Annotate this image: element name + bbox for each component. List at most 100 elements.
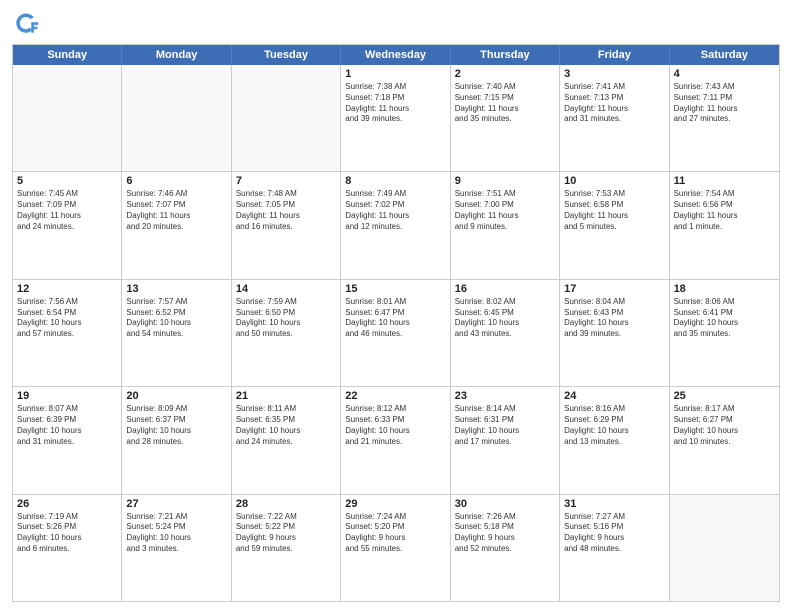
day-cell: 5Sunrise: 7:45 AM Sunset: 7:09 PM Daylig… [13, 172, 122, 278]
day-number: 21 [236, 390, 336, 402]
day-number: 30 [455, 498, 555, 510]
day-info: Sunrise: 8:16 AM Sunset: 6:29 PM Dayligh… [564, 404, 664, 447]
day-info: Sunrise: 7:22 AM Sunset: 5:22 PM Dayligh… [236, 512, 336, 555]
day-info: Sunrise: 8:14 AM Sunset: 6:31 PM Dayligh… [455, 404, 555, 447]
day-cell: 2 Sunrise: 7:40 AM Sunset: 7:15 PM Daylig… [451, 65, 560, 171]
day-number: 16 [455, 283, 555, 295]
day-info: Sunrise: 8:11 AM Sunset: 6:35 PM Dayligh… [236, 404, 336, 447]
day-number: 3 [564, 68, 664, 80]
day-number: 9 [455, 175, 555, 187]
day-number: 11 [674, 175, 775, 187]
day-cell: 20 Sunrise: 8:09 AM Sunset: 6:37 PM Dayli… [122, 387, 231, 493]
day-number: 20 [126, 390, 226, 402]
day-cell: 4Sunrise: 7:43 AM Sunset: 7:11 PM Daylig… [670, 65, 779, 171]
day-info: Sunrise: 7:57 AM Sunset: 6:52 PM Dayligh… [126, 297, 226, 340]
day-info: Sunrise: 8:01 AM Sunset: 6:47 PM Dayligh… [345, 297, 445, 340]
day-number: 14 [236, 283, 336, 295]
day-cell: 24 Sunrise: 8:16 AM Sunset: 6:29 PM Dayli… [560, 387, 669, 493]
calendar-body: 1Sunrise: 7:38 AM Sunset: 7:18 PM Daylig… [13, 65, 779, 601]
day-number: 28 [236, 498, 336, 510]
day-info: Sunrise: 8:12 AM Sunset: 6:33 PM Dayligh… [345, 404, 445, 447]
day-info: Sunrise: 8:04 AM Sunset: 6:43 PM Dayligh… [564, 297, 664, 340]
day-cell: 3 Sunrise: 7:41 AM Sunset: 7:13 PM Daylig… [560, 65, 669, 171]
day-info: Sunrise: 8:02 AM Sunset: 6:45 PM Dayligh… [455, 297, 555, 340]
day-cell: 14 Sunrise: 7:59 AM Sunset: 6:50 PM Dayli… [232, 280, 341, 386]
day-header-monday: Monday [122, 45, 231, 65]
day-cell: 17 Sunrise: 8:04 AM Sunset: 6:43 PM Dayli… [560, 280, 669, 386]
day-info: Sunrise: 7:19 AM Sunset: 5:26 PM Dayligh… [17, 512, 117, 555]
week-row-5: 26 Sunrise: 7:19 AM Sunset: 5:26 PM Dayli… [13, 495, 779, 601]
day-number: 25 [674, 390, 775, 402]
day-cell [122, 65, 231, 171]
day-number: 8 [345, 175, 445, 187]
day-cell: 22 Sunrise: 8:12 AM Sunset: 6:33 PM Dayli… [341, 387, 450, 493]
day-cell: 26 Sunrise: 7:19 AM Sunset: 5:26 PM Dayli… [13, 495, 122, 601]
day-cell: 6 Sunrise: 7:46 AM Sunset: 7:07 PM Daylig… [122, 172, 231, 278]
day-number: 7 [236, 175, 336, 187]
day-number: 23 [455, 390, 555, 402]
day-number: 6 [126, 175, 226, 187]
logo [12, 10, 44, 38]
day-number: 18 [674, 283, 775, 295]
day-number: 1 [345, 68, 445, 80]
header [12, 10, 780, 38]
day-headers: SundayMondayTuesdayWednesdayThursdayFrid… [13, 45, 779, 65]
day-info: Sunrise: 7:49 AM Sunset: 7:02 PM Dayligh… [345, 189, 445, 232]
day-cell: 19 Sunrise: 8:07 AM Sunset: 6:39 PM Dayli… [13, 387, 122, 493]
day-cell: 1Sunrise: 7:38 AM Sunset: 7:18 PM Daylig… [341, 65, 450, 171]
day-cell: 13Sunrise: 7:57 AM Sunset: 6:52 PM Dayli… [122, 280, 231, 386]
day-cell: 11 Sunrise: 7:54 AM Sunset: 6:56 PM Dayli… [670, 172, 779, 278]
week-row-4: 19 Sunrise: 8:07 AM Sunset: 6:39 PM Dayli… [13, 387, 779, 494]
day-info: Sunrise: 7:27 AM Sunset: 5:16 PM Dayligh… [564, 512, 664, 555]
day-cell [232, 65, 341, 171]
day-number: 22 [345, 390, 445, 402]
day-cell: 21 Sunrise: 8:11 AM Sunset: 6:35 PM Dayli… [232, 387, 341, 493]
day-info: Sunrise: 7:45 AM Sunset: 7:09 PM Dayligh… [17, 189, 117, 232]
day-number: 10 [564, 175, 664, 187]
day-info: Sunrise: 7:46 AM Sunset: 7:07 PM Dayligh… [126, 189, 226, 232]
day-info: Sunrise: 7:56 AM Sunset: 6:54 PM Dayligh… [17, 297, 117, 340]
day-cell [670, 495, 779, 601]
day-info: Sunrise: 7:21 AM Sunset: 5:24 PM Dayligh… [126, 512, 226, 555]
day-cell: 27 Sunrise: 7:21 AM Sunset: 5:24 PM Dayli… [122, 495, 231, 601]
day-info: Sunrise: 7:48 AM Sunset: 7:05 PM Dayligh… [236, 189, 336, 232]
day-cell: 15Sunrise: 8:01 AM Sunset: 6:47 PM Dayli… [341, 280, 450, 386]
day-cell: 7 Sunrise: 7:48 AM Sunset: 7:05 PM Daylig… [232, 172, 341, 278]
day-info: Sunrise: 7:59 AM Sunset: 6:50 PM Dayligh… [236, 297, 336, 340]
day-info: Sunrise: 7:41 AM Sunset: 7:13 PM Dayligh… [564, 82, 664, 125]
day-number: 12 [17, 283, 117, 295]
day-cell: 18 Sunrise: 8:06 AM Sunset: 6:41 PM Dayli… [670, 280, 779, 386]
day-cell [13, 65, 122, 171]
day-number: 24 [564, 390, 664, 402]
day-number: 19 [17, 390, 117, 402]
day-cell: 23 Sunrise: 8:14 AM Sunset: 6:31 PM Dayli… [451, 387, 560, 493]
day-cell: 31 Sunrise: 7:27 AM Sunset: 5:16 PM Dayli… [560, 495, 669, 601]
page: SundayMondayTuesdayWednesdayThursdayFrid… [0, 0, 792, 612]
day-number: 31 [564, 498, 664, 510]
day-info: Sunrise: 7:53 AM Sunset: 6:58 PM Dayligh… [564, 189, 664, 232]
day-number: 29 [345, 498, 445, 510]
day-header-saturday: Saturday [670, 45, 779, 65]
day-cell: 16 Sunrise: 8:02 AM Sunset: 6:45 PM Dayli… [451, 280, 560, 386]
day-info: Sunrise: 8:09 AM Sunset: 6:37 PM Dayligh… [126, 404, 226, 447]
week-row-1: 1Sunrise: 7:38 AM Sunset: 7:18 PM Daylig… [13, 65, 779, 172]
day-cell: 9Sunrise: 7:51 AM Sunset: 7:00 PM Daylig… [451, 172, 560, 278]
day-info: Sunrise: 8:17 AM Sunset: 6:27 PM Dayligh… [674, 404, 775, 447]
logo-icon [12, 10, 40, 38]
day-info: Sunrise: 7:40 AM Sunset: 7:15 PM Dayligh… [455, 82, 555, 125]
day-number: 17 [564, 283, 664, 295]
day-info: Sunrise: 8:06 AM Sunset: 6:41 PM Dayligh… [674, 297, 775, 340]
week-row-3: 12 Sunrise: 7:56 AM Sunset: 6:54 PM Dayli… [13, 280, 779, 387]
day-info: Sunrise: 8:07 AM Sunset: 6:39 PM Dayligh… [17, 404, 117, 447]
day-number: 2 [455, 68, 555, 80]
day-cell: 10 Sunrise: 7:53 AM Sunset: 6:58 PM Dayli… [560, 172, 669, 278]
day-cell: 25 Sunrise: 8:17 AM Sunset: 6:27 PM Dayli… [670, 387, 779, 493]
day-number: 27 [126, 498, 226, 510]
day-cell: 8 Sunrise: 7:49 AM Sunset: 7:02 PM Daylig… [341, 172, 450, 278]
day-header-tuesday: Tuesday [232, 45, 341, 65]
calendar: SundayMondayTuesdayWednesdayThursdayFrid… [12, 44, 780, 602]
day-info: Sunrise: 7:54 AM Sunset: 6:56 PM Dayligh… [674, 189, 775, 232]
day-info: Sunrise: 7:24 AM Sunset: 5:20 PM Dayligh… [345, 512, 445, 555]
day-number: 26 [17, 498, 117, 510]
week-row-2: 5Sunrise: 7:45 AM Sunset: 7:09 PM Daylig… [13, 172, 779, 279]
